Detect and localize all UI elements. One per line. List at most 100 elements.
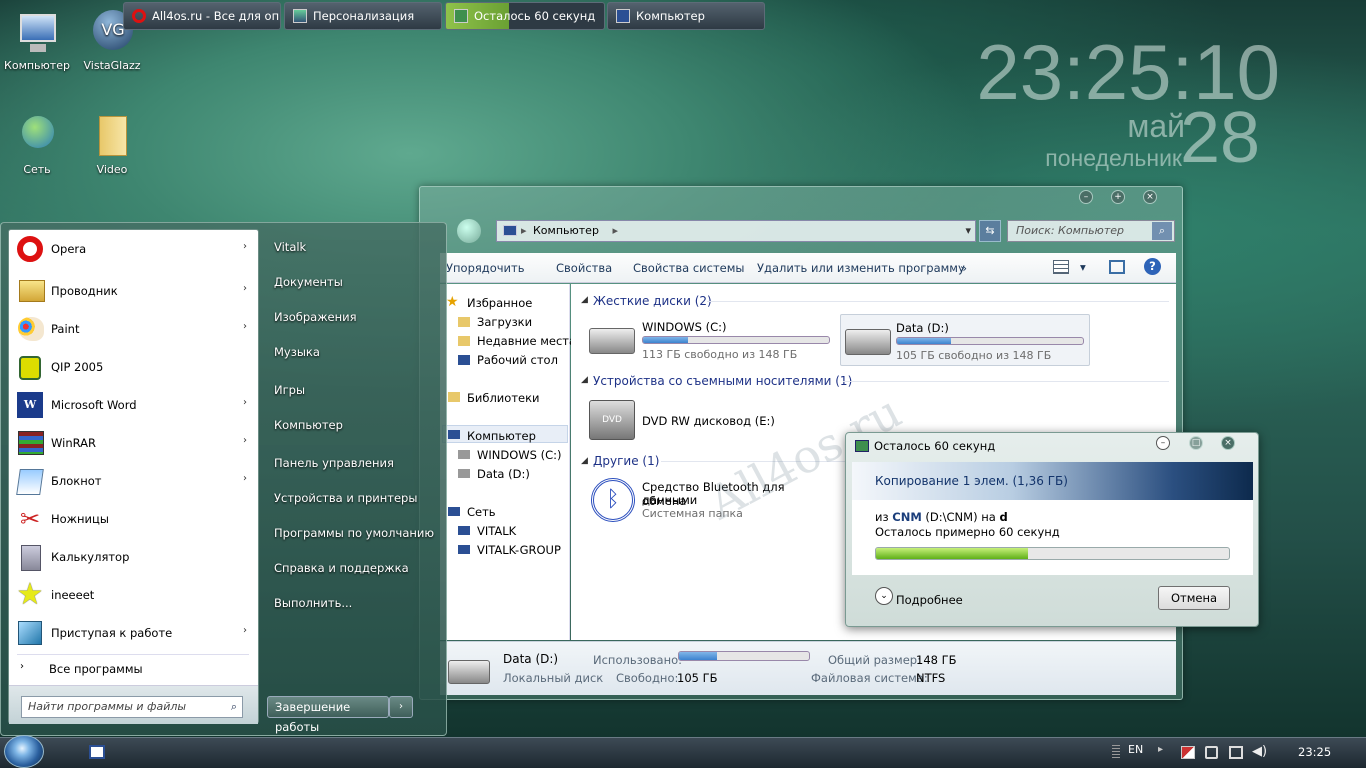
language-indicator[interactable]: EN: [1128, 743, 1143, 756]
place-control-panel[interactable]: Панель управления: [274, 456, 394, 470]
start-button[interactable]: [4, 735, 44, 768]
program-word[interactable]: W Microsoft Word ›: [9, 386, 259, 424]
program-opera[interactable]: Opera ›: [9, 230, 259, 268]
more-button[interactable]: »: [960, 261, 967, 275]
program-getting-started[interactable]: Приступая к работе ›: [9, 614, 259, 652]
view-options-icon[interactable]: [1053, 260, 1069, 274]
program-notepad[interactable]: Блокнот ›: [9, 462, 259, 500]
program-paint[interactable]: Paint ›: [9, 310, 259, 348]
program-qip[interactable]: QIP 2005: [9, 348, 259, 386]
volume-icon[interactable]: ◀): [1252, 744, 1267, 759]
copy-to-name[interactable]: d: [999, 510, 1007, 524]
forward-button[interactable]: [457, 219, 481, 243]
clock-month: май: [1127, 108, 1185, 144]
taskbar-button-personalization[interactable]: Персонализация: [284, 2, 442, 30]
place-documents[interactable]: Документы: [274, 275, 343, 289]
nav-network-group[interactable]: VITALK-GROUP: [477, 543, 561, 557]
system-properties-button[interactable]: Свойства системы: [633, 261, 744, 275]
taskbar-button-copy[interactable]: Осталось 60 секунд: [445, 2, 605, 30]
close-button[interactable]: ×: [1143, 190, 1157, 204]
nav-drive-d[interactable]: Data (D:): [477, 467, 530, 481]
taskbar-button-computer[interactable]: Компьютер: [607, 2, 765, 30]
help-icon[interactable]: ?: [1144, 258, 1161, 275]
place-user[interactable]: Vitalk: [274, 240, 306, 254]
show-desktop-icon[interactable]: [89, 745, 105, 759]
close-button[interactable]: ×: [1221, 436, 1235, 450]
flag-icon[interactable]: [1181, 746, 1195, 759]
computer-icon: [458, 526, 470, 535]
place-games[interactable]: Игры: [274, 383, 305, 397]
taskbar-label: Персонализация: [313, 9, 415, 23]
desktop-icon-network[interactable]: Сеть: [0, 114, 74, 176]
desktop-icon-label: Video: [96, 163, 128, 176]
drive-d-tile[interactable]: Data (D:) 105 ГБ свободно из 148 ГБ: [840, 314, 1090, 366]
usb-icon[interactable]: [1205, 746, 1218, 759]
program-ineeeet[interactable]: ★ ineeeet: [9, 576, 259, 614]
nav-favorites[interactable]: Избранное: [467, 296, 532, 310]
nav-desktop[interactable]: Рабочий стол: [477, 353, 558, 367]
address-text: Компьютер: [533, 224, 599, 237]
refresh-button[interactable]: ⇆: [979, 220, 1001, 242]
maximize-button[interactable]: +: [1111, 190, 1125, 204]
organize-button[interactable]: Упорядочить: [446, 261, 525, 275]
group-removable[interactable]: Устройства со съемными носителями (1): [593, 374, 852, 388]
nav-drive-c[interactable]: WINDOWS (C:): [477, 448, 561, 462]
details-total-value: 148 ГБ: [916, 653, 957, 667]
drive-c-tile[interactable]: WINDOWS (C:) 113 ГБ свободно из 148 ГБ: [589, 314, 833, 364]
collapse-arrow-icon[interactable]: ◢: [581, 456, 588, 466]
collapse-arrow-icon[interactable]: ◢: [581, 375, 588, 385]
place-devices[interactable]: Устройства и принтеры: [274, 491, 417, 505]
nav-network[interactable]: Сеть: [467, 505, 496, 519]
nav-downloads[interactable]: Загрузки: [477, 315, 532, 329]
explorer-toolbar: Упорядочить Свойства Свойства системы Уд…: [440, 253, 1176, 283]
cancel-button[interactable]: Отмена: [1158, 586, 1230, 610]
group-hard-disks[interactable]: Жесткие диски (2): [593, 294, 712, 308]
minimize-button[interactable]: –: [1079, 190, 1093, 204]
network-icon[interactable]: [1229, 746, 1243, 759]
desktop-icon-computer[interactable]: Компьютер: [0, 10, 74, 72]
search-icon[interactable]: ⌕: [1152, 222, 1172, 240]
drive-free-space: 105 ГБ свободно из 148 ГБ: [896, 349, 1052, 362]
network-icon: [14, 114, 60, 160]
uninstall-button[interactable]: Удалить или изменить программу: [757, 261, 965, 275]
all-programs-button[interactable]: Все программы: [49, 662, 143, 676]
program-snipping[interactable]: ✂ Ножницы: [9, 500, 259, 538]
copy-from-name[interactable]: CNM: [892, 510, 922, 524]
personalization-icon: [293, 9, 307, 23]
shutdown-button[interactable]: Завершение работы: [267, 696, 389, 734]
taskbar-clock[interactable]: 23:25: [1298, 745, 1331, 759]
place-pictures[interactable]: Изображения: [274, 310, 357, 324]
shutdown-options-button[interactable]: ›: [389, 696, 413, 718]
program-calculator[interactable]: Калькулятор: [9, 538, 259, 576]
address-bar[interactable]: ▸ Компьютер ▸ ▾: [496, 220, 976, 242]
clock-weekday: понедельник: [1045, 145, 1182, 171]
taskbar-button-browser[interactable]: All4os.ru - Все для оп...: [123, 2, 281, 30]
program-explorer[interactable]: Проводник ›: [9, 272, 259, 310]
nav-libraries[interactable]: Библиотеки: [467, 391, 540, 405]
nav-recent[interactable]: Недавние места: [477, 334, 576, 348]
winrar-icon: [15, 428, 45, 458]
group-other[interactable]: Другие (1): [593, 454, 659, 468]
program-winrar[interactable]: WinRAR ›: [9, 424, 259, 462]
properties-button[interactable]: Свойства: [556, 261, 612, 275]
preview-pane-icon[interactable]: [1109, 260, 1125, 274]
chevron-down-icon[interactable]: ▾: [1080, 260, 1086, 274]
nav-network-vitalk[interactable]: VITALK: [477, 524, 516, 538]
dropdown-arrow-icon[interactable]: ▾: [965, 221, 971, 241]
details-used-label: Использовано:: [593, 653, 683, 667]
place-default-programs[interactable]: Программы по умолчанию: [274, 526, 434, 540]
minimize-button[interactable]: –: [1156, 436, 1170, 450]
details-total-label: Общий размер:: [828, 653, 921, 667]
start-search-input[interactable]: Найти программы и файлы ⌕: [21, 696, 243, 718]
place-help[interactable]: Справка и поддержка: [274, 561, 409, 575]
search-input[interactable]: Поиск: Компьютер ⌕: [1007, 220, 1175, 242]
tray-expand-icon[interactable]: ▸: [1158, 744, 1163, 755]
nav-computer[interactable]: Компьютер: [467, 429, 536, 443]
desktop-icon-video[interactable]: Video: [75, 114, 149, 176]
place-computer[interactable]: Компьютер: [274, 418, 343, 432]
place-run[interactable]: Выполнить...: [274, 596, 352, 610]
more-details-button[interactable]: Подробнее: [896, 593, 963, 607]
collapse-arrow-icon[interactable]: ◢: [581, 295, 588, 305]
place-music[interactable]: Музыка: [274, 345, 320, 359]
expand-details-icon[interactable]: ⌄: [875, 587, 893, 605]
